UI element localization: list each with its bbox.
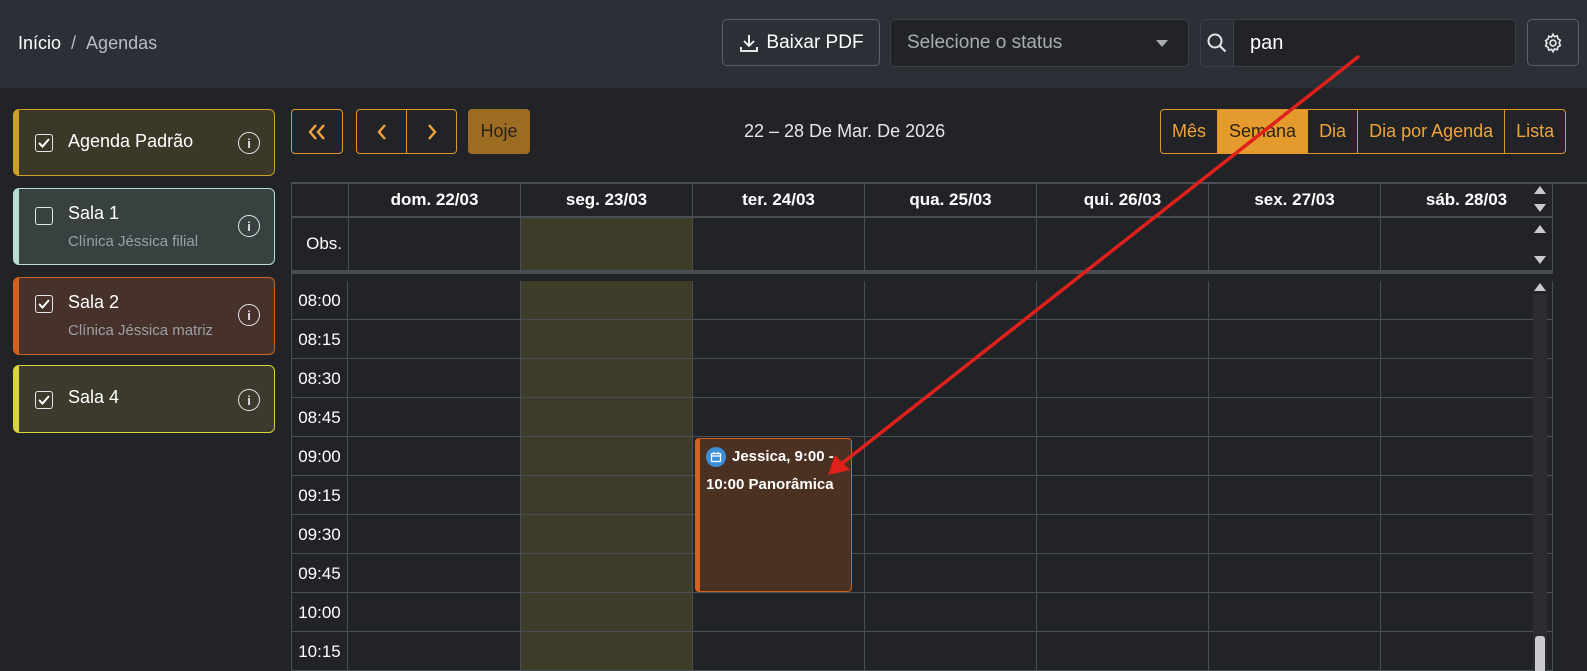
- time-slot-row[interactable]: 09:00: [292, 437, 1553, 476]
- view-day-by-agenda-button[interactable]: Dia por Agenda: [1358, 110, 1506, 153]
- chevron-right-icon: [427, 123, 437, 140]
- obs-cell[interactable]: [1209, 218, 1381, 274]
- obs-cell[interactable]: [349, 218, 521, 274]
- search-input[interactable]: [1234, 20, 1515, 66]
- prev-week-button[interactable]: [356, 109, 407, 154]
- agenda-name: Sala 1: [68, 203, 120, 223]
- time-column-header: [292, 184, 349, 218]
- obs-cell[interactable]: [521, 218, 693, 274]
- week-calendar: dom. 22/03 seg. 23/03 ter. 24/03 qua. 25…: [291, 182, 1587, 671]
- time-label: 08:00: [292, 281, 348, 320]
- caret-down-icon: [1156, 40, 1168, 47]
- breadcrumb-home-link[interactable]: Início: [18, 33, 61, 54]
- time-slot-row[interactable]: 09:30: [292, 515, 1553, 554]
- time-slot-row[interactable]: 10:15: [292, 632, 1553, 671]
- info-icon[interactable]: i: [238, 215, 260, 237]
- obs-cell[interactable]: [865, 218, 1037, 274]
- time-label: 09:15: [292, 476, 348, 515]
- event-description: 10:00 Panorâmica: [706, 476, 834, 493]
- agenda-subtitle: Clínica Jéssica filial: [68, 233, 199, 250]
- gear-icon: [1544, 32, 1562, 53]
- time-slot-row[interactable]: 09:15: [292, 476, 1553, 515]
- scroll-down-icon[interactable]: [1534, 204, 1546, 212]
- day-header-wed[interactable]: qua. 25/03: [865, 184, 1037, 218]
- checkbox-unchecked-icon[interactable]: [35, 207, 53, 225]
- today-button[interactable]: Hoje: [468, 109, 530, 154]
- info-icon[interactable]: i: [238, 304, 260, 326]
- obs-cell[interactable]: [693, 218, 865, 274]
- obs-cell[interactable]: [1381, 218, 1553, 274]
- day-header-tue[interactable]: ter. 24/03: [693, 184, 865, 218]
- time-slot-row[interactable]: 08:30: [292, 359, 1553, 398]
- time-label: 09:30: [292, 515, 348, 554]
- time-label: 10:00: [292, 593, 348, 632]
- next-week-button[interactable]: [406, 109, 457, 154]
- obs-cell[interactable]: [1037, 218, 1209, 274]
- download-pdf-button[interactable]: Baixar PDF: [722, 19, 880, 66]
- agenda-name: Sala 2: [68, 292, 120, 312]
- day-header-fri[interactable]: sex. 27/03: [1209, 184, 1381, 218]
- obs-row-label: Obs.: [292, 218, 349, 274]
- checkbox-checked-icon[interactable]: [35, 391, 53, 409]
- scroll-down-icon[interactable]: [1534, 256, 1546, 264]
- download-pdf-label: Baixar PDF: [766, 31, 864, 53]
- scrollbar-thumb[interactable]: [1535, 636, 1545, 671]
- settings-button[interactable]: [1527, 19, 1579, 66]
- time-label: 09:00: [292, 437, 348, 476]
- breadcrumb: Início / Agendas: [18, 33, 157, 54]
- status-select-placeholder: Selecione o status: [907, 32, 1063, 53]
- double-chevron-left-icon: [308, 123, 325, 140]
- view-week-button[interactable]: Semana: [1218, 110, 1309, 153]
- chevron-left-icon: [376, 123, 386, 140]
- time-slot-row[interactable]: 09:45: [292, 554, 1553, 593]
- search-icon[interactable]: [1201, 20, 1234, 66]
- agenda-card-sala-4[interactable]: Sala 4 i: [13, 365, 275, 433]
- day-header-thu[interactable]: qui. 26/03: [1037, 184, 1209, 218]
- agenda-name: Sala 4: [68, 387, 120, 407]
- checkbox-checked-icon[interactable]: [35, 295, 53, 313]
- breadcrumb-separator: /: [71, 33, 77, 53]
- breadcrumb-current: Agendas: [86, 33, 158, 53]
- prev-year-button[interactable]: [291, 109, 343, 154]
- time-label: 09:45: [292, 554, 348, 593]
- info-icon[interactable]: i: [238, 389, 260, 411]
- calendar-event[interactable]: Jessica, 9:00 - 10:00 Panorâmica: [695, 438, 852, 592]
- day-header-mon[interactable]: seg. 23/03: [521, 184, 693, 218]
- view-switcher: Mês Semana Dia Dia por Agenda Lista: [1160, 109, 1567, 154]
- event-time-text: Jessica, 9:00 -: [732, 448, 834, 465]
- scroll-up-icon[interactable]: [1534, 225, 1546, 233]
- time-label: 08:15: [292, 320, 348, 359]
- info-icon[interactable]: i: [238, 132, 260, 154]
- view-day-button[interactable]: Dia: [1308, 110, 1359, 153]
- day-header-sat[interactable]: sáb. 28/03: [1381, 184, 1553, 218]
- agenda-card-sala-1[interactable]: Sala 1 Clínica Jéssica filial i: [13, 188, 275, 265]
- agenda-subtitle: Clínica Jéssica matriz: [68, 322, 214, 339]
- time-label: 10:15: [292, 632, 348, 671]
- time-slot-row[interactable]: 08:00: [292, 281, 1553, 320]
- download-icon: [740, 34, 759, 52]
- calendar-icon: [706, 447, 726, 468]
- status-select[interactable]: Selecione o status: [890, 19, 1189, 67]
- scrollbar-track[interactable]: [1533, 294, 1547, 671]
- search-box: [1200, 19, 1516, 67]
- top-bar: Início / Agendas Baixar PDF Selecione o …: [0, 0, 1587, 88]
- scroll-up-icon[interactable]: [1534, 186, 1546, 194]
- time-label: 08:30: [292, 359, 348, 398]
- date-range-title: 22 – 28 De Mar. De 2026: [744, 121, 946, 141]
- view-list-button[interactable]: Lista: [1505, 110, 1565, 153]
- scroll-up-icon[interactable]: [1534, 283, 1546, 291]
- time-label: 08:45: [292, 398, 348, 437]
- day-header-sun[interactable]: dom. 22/03: [349, 184, 521, 218]
- time-slot-row[interactable]: 08:15: [292, 320, 1553, 359]
- checkbox-checked-icon[interactable]: [35, 134, 53, 152]
- time-slot-row[interactable]: 10:00: [292, 593, 1553, 632]
- time-slot-row[interactable]: 08:45: [292, 398, 1553, 437]
- agenda-name: Agenda Padrão: [68, 131, 194, 151]
- view-month-button[interactable]: Mês: [1161, 110, 1219, 153]
- agenda-card-sala-2[interactable]: Sala 2 Clínica Jéssica matriz i: [13, 277, 275, 355]
- agenda-card-padrao[interactable]: Agenda Padrão i: [13, 109, 275, 176]
